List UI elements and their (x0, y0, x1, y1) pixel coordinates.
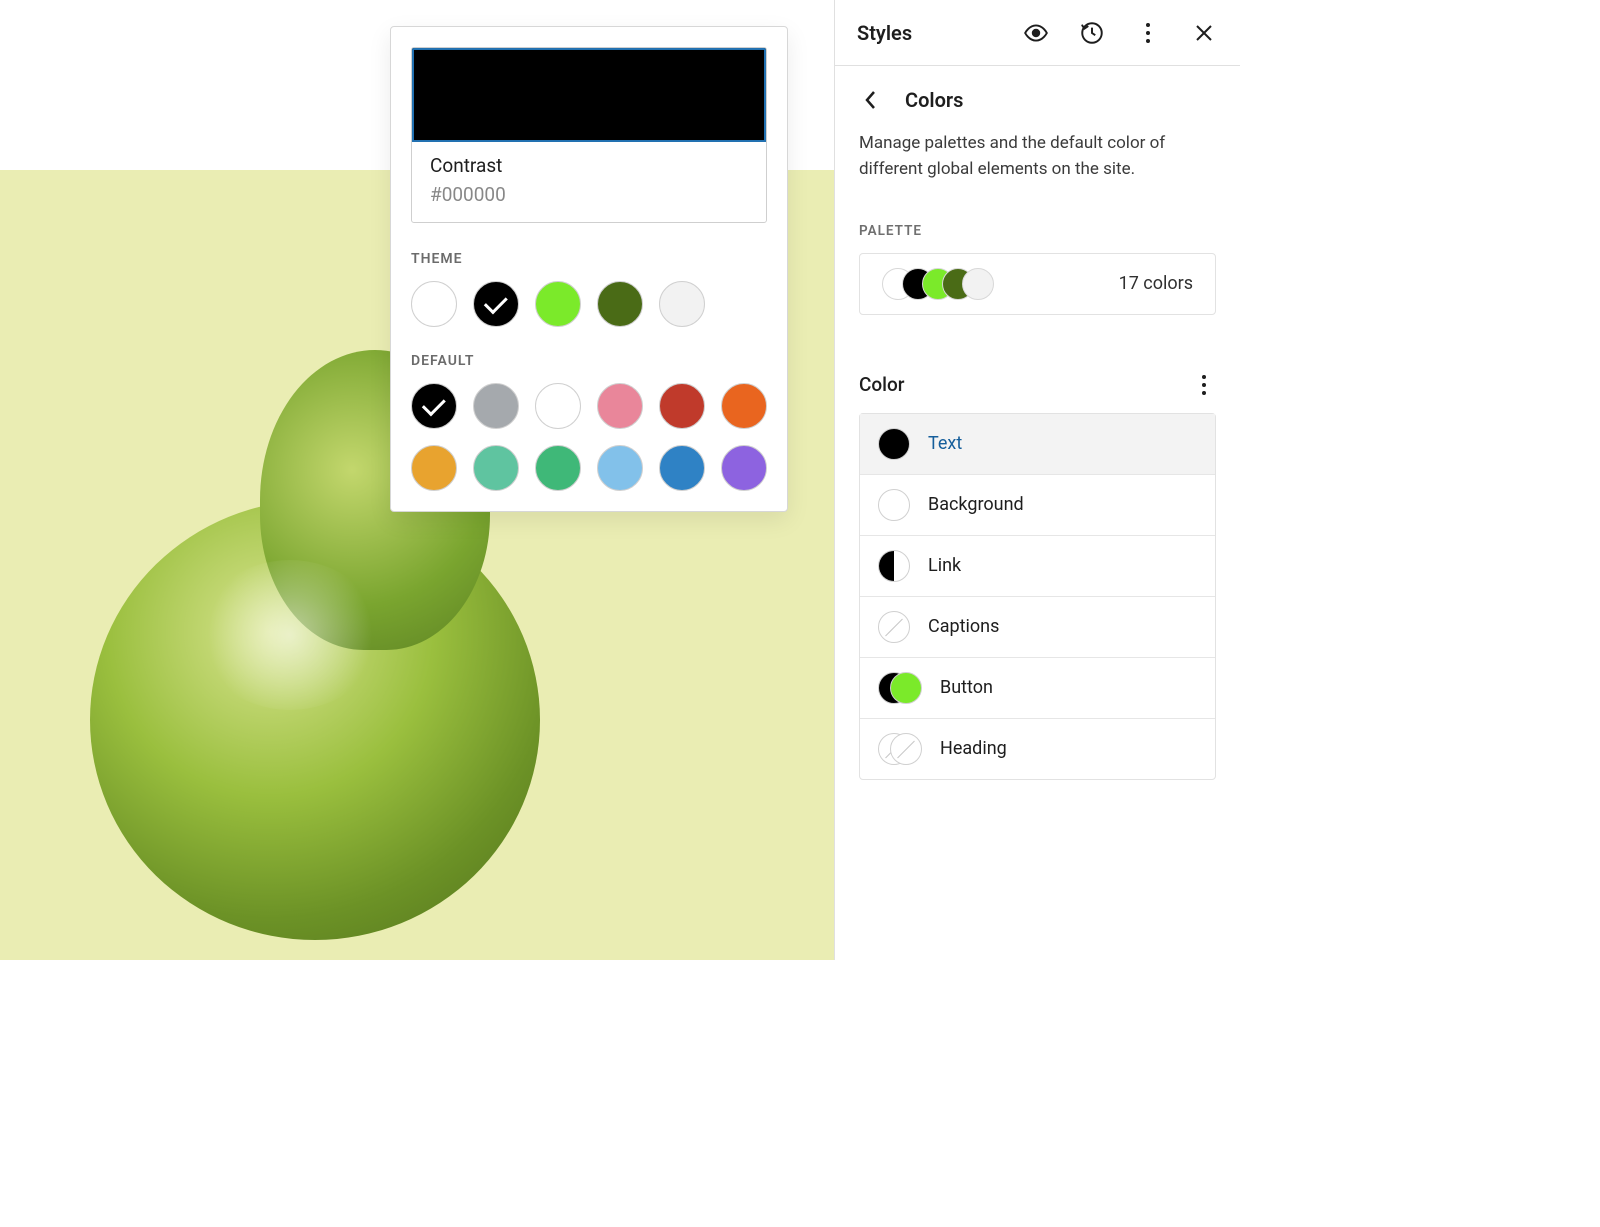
default-swatch-9[interactable] (597, 445, 643, 491)
indicator-pair (878, 672, 922, 704)
panel-description: Manage palettes and the default color of… (859, 130, 1216, 183)
color-item-label: Text (928, 433, 962, 454)
default-swatch-1[interactable] (473, 383, 519, 429)
palette-card[interactable]: 17 colors (859, 253, 1216, 315)
color-picker-popover: Contrast #000000 THEME DEFAULT (390, 26, 788, 512)
style-book-icon[interactable] (1022, 19, 1050, 47)
color-item-background[interactable]: Background (860, 475, 1215, 536)
palette-dot-4 (962, 268, 994, 300)
color-item-heading[interactable]: Heading (860, 719, 1215, 779)
color-item-button[interactable]: Button (860, 658, 1215, 719)
default-swatch-8[interactable] (535, 445, 581, 491)
color-item-label: Captions (928, 616, 999, 637)
indicator-split (878, 550, 910, 582)
theme-swatch-2[interactable] (535, 281, 581, 327)
selected-swatch-preview: Contrast #000000 (411, 47, 767, 223)
revisions-icon[interactable] (1078, 19, 1106, 47)
color-item-label: Heading (940, 738, 1007, 759)
close-icon[interactable] (1190, 19, 1218, 47)
indicator-unset (878, 611, 910, 643)
palette-section-label: PALETTE (859, 223, 1216, 239)
back-button[interactable] (859, 88, 883, 112)
palette-count: 17 colors (1119, 273, 1193, 294)
default-swatch-3[interactable] (597, 383, 643, 429)
default-swatch-0[interactable] (411, 383, 457, 429)
color-item-label: Background (928, 494, 1024, 515)
swatch-name: Contrast (430, 154, 748, 177)
indicator-empty (878, 489, 910, 521)
styles-sidebar: Styles Colors Manage palettes and the de… (834, 0, 1240, 960)
theme-swatch-4[interactable] (659, 281, 705, 327)
more-menu-icon[interactable] (1134, 19, 1162, 47)
indicator-double-unset (878, 733, 922, 765)
panel-title: Colors (905, 88, 963, 112)
theme-swatch-row (411, 281, 767, 327)
theme-swatch-0[interactable] (411, 281, 457, 327)
sidebar-header: Styles (835, 0, 1240, 66)
default-swatch-6[interactable] (411, 445, 457, 491)
color-element-list: Text Background Link Captions Button Heading (859, 413, 1216, 780)
default-swatch-5[interactable] (721, 383, 767, 429)
theme-section-label: THEME (411, 251, 767, 267)
theme-swatch-3[interactable] (597, 281, 643, 327)
color-item-text[interactable]: Text (860, 414, 1215, 475)
palette-swatch-stack (882, 268, 994, 300)
default-swatch-7[interactable] (473, 445, 519, 491)
default-swatch-2[interactable] (535, 383, 581, 429)
color-section-title: Color (859, 373, 905, 396)
default-section-label: DEFAULT (411, 353, 767, 369)
default-swatch-row (411, 383, 767, 491)
color-section-menu-icon[interactable] (1192, 371, 1216, 399)
default-swatch-11[interactable] (721, 445, 767, 491)
breadcrumb: Colors (859, 88, 1216, 112)
swatch-color-block[interactable] (412, 48, 766, 142)
color-item-label: Button (940, 677, 993, 698)
default-swatch-10[interactable] (659, 445, 705, 491)
default-swatch-4[interactable] (659, 383, 705, 429)
color-item-captions[interactable]: Captions (860, 597, 1215, 658)
color-item-link[interactable]: Link (860, 536, 1215, 597)
theme-swatch-1[interactable] (473, 281, 519, 327)
color-item-label: Link (928, 555, 961, 576)
editor-canvas: Contrast #000000 THEME DEFAULT (0, 0, 834, 960)
indicator-solid (878, 428, 910, 460)
sidebar-title: Styles (857, 21, 912, 45)
swatch-hex: #000000 (430, 183, 748, 206)
